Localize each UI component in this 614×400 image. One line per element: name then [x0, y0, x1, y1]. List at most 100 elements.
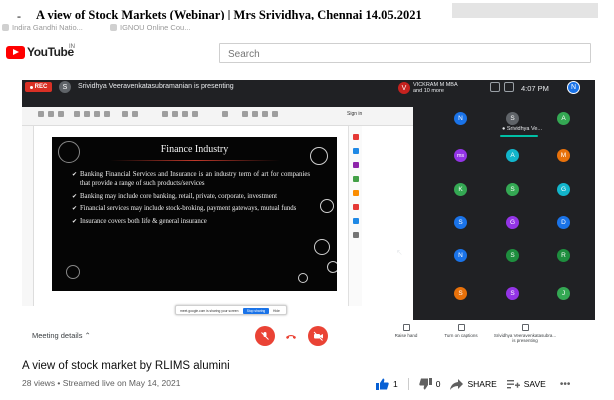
protect-icon: [353, 232, 359, 238]
record-dot-icon: [29, 85, 33, 89]
chevron-up-icon: ⌃: [84, 331, 91, 340]
favicon-icon: [110, 24, 117, 31]
share-icon: [450, 378, 464, 390]
host-more-line: and 10 more: [413, 88, 444, 94]
bookmark-item[interactable]: Indira Gandhi Natio...: [2, 23, 83, 32]
meeting-time: 4:07 PM: [521, 84, 549, 93]
meeting-details-label: Meeting details: [32, 331, 83, 340]
sign-icon: [272, 111, 278, 117]
recording-badge: REC: [25, 82, 52, 92]
bookmark-item[interactable]: IGNOU Online Cou...: [110, 23, 190, 32]
region-code: IN: [69, 44, 75, 50]
shared-screen: Sign in Finance Industry Banking Financi…: [22, 107, 413, 320]
share-button[interactable]: SHARE: [450, 378, 497, 390]
participant-avatar[interactable]: S: [506, 112, 519, 125]
participant-avatar[interactable]: S: [506, 183, 519, 196]
participant-avatar[interactable]: A: [506, 149, 519, 162]
video-meta: 28 views • Streamed live on May 14, 2021: [22, 378, 181, 388]
search-box[interactable]: [219, 43, 591, 64]
participant-avatar[interactable]: S: [454, 216, 467, 229]
favicon-icon: [2, 24, 9, 31]
captions-button[interactable]: Turn on captions: [426, 324, 496, 338]
participant-avatar[interactable]: A: [557, 112, 570, 125]
participant-avatar[interactable]: ms: [454, 149, 467, 162]
host-avatar: V: [398, 82, 410, 94]
participant-avatar[interactable]: R: [557, 249, 570, 262]
leave-call-button[interactable]: [281, 326, 301, 346]
participant-avatar[interactable]: S: [506, 249, 519, 262]
more-actions-button[interactable]: •••: [560, 379, 571, 390]
participant-avatar[interactable]: G: [506, 216, 519, 229]
organize-icon: [353, 190, 359, 196]
share-label: SHARE: [467, 379, 497, 389]
home-icon: [38, 111, 44, 117]
people-icon[interactable]: [490, 82, 500, 92]
presentation-slide: Finance Industry Banking Financial Servi…: [52, 137, 337, 291]
speaking-indicator: [500, 135, 538, 137]
video-title: A view of stock market by RLIMS alumini: [22, 360, 230, 372]
screen-share-banner: meet.google.com is sharing your screen S…: [175, 305, 287, 315]
page-down-icon: [132, 111, 138, 117]
raise-hand-label: Raise hand: [394, 333, 418, 338]
participant-avatar[interactable]: J: [557, 287, 570, 300]
active-speaker-label: ● Srividhya Ve...: [502, 126, 542, 132]
dislike-button[interactable]: 0: [419, 378, 440, 390]
speaking-icon: ●: [502, 126, 506, 132]
pdf-tools-panel: [348, 126, 362, 306]
participant-avatar[interactable]: S: [454, 287, 467, 300]
scan-icon: [353, 218, 359, 224]
export-pdf-icon: [353, 134, 359, 140]
rec-label: REC: [34, 84, 48, 90]
hide-banner-button[interactable]: Hide: [273, 309, 280, 313]
slide-bullets: Banking Financial Services and Insurance…: [72, 171, 310, 231]
find-icon: [104, 111, 110, 117]
share-banner-text: meet.google.com is sharing your screen: [180, 309, 239, 313]
edit-pdf-icon: [353, 162, 359, 168]
camera-off-icon: [313, 331, 323, 341]
participant-avatar[interactable]: D: [557, 216, 570, 229]
bubble-decoration: [298, 273, 308, 283]
youtube-logo[interactable]: YouTube IN: [6, 44, 75, 59]
participant-avatar[interactable]: G: [557, 183, 570, 196]
hand-icon: [402, 324, 410, 331]
mic-off-icon: [261, 332, 269, 340]
chat-icon[interactable]: [504, 82, 514, 92]
video-player[interactable]: REC S Srividhya Veeravenkatasubramanian …: [22, 80, 595, 351]
save-label: SAVE: [523, 379, 546, 389]
comment-icon: [242, 111, 248, 117]
presenting-button[interactable]: Srividhya Veeravenkatasubra... is presen…: [490, 324, 560, 343]
participant-avatar[interactable]: M: [557, 149, 570, 162]
pdf-signin: Sign in: [347, 111, 363, 117]
grey-box: [452, 3, 598, 18]
comment-tool-icon: [353, 204, 359, 210]
participant-avatar[interactable]: N: [454, 112, 467, 125]
hand-icon: [172, 111, 178, 117]
thumbs-down-icon: [419, 378, 432, 390]
bubble-decoration: [320, 199, 334, 213]
presenter-avatar: S: [59, 81, 71, 93]
user-avatar[interactable]: N: [567, 81, 580, 94]
pdf-toolbar: Sign in: [22, 107, 413, 126]
fit-icon: [222, 111, 228, 117]
pdf-side-panel: [22, 126, 34, 306]
bookmark-label: Indira Gandhi Natio...: [12, 23, 83, 32]
bookmarks-bar: Indira Gandhi Natio... IGNOU Online Cou.…: [0, 20, 614, 34]
meeting-details-button[interactable]: Meeting details ⌃: [32, 331, 91, 340]
presenting-notice: Srividhya Veeravenkatasubramanian is pre…: [78, 83, 234, 90]
microphone-off-button[interactable]: [255, 326, 275, 346]
search-input[interactable]: [220, 45, 590, 64]
participant-avatar[interactable]: K: [454, 183, 467, 196]
camera-off-button[interactable]: [308, 326, 328, 346]
save-button[interactable]: SAVE: [506, 379, 546, 389]
combine-icon: [353, 176, 359, 182]
active-speaker-name: Srividhya Ve...: [506, 126, 543, 132]
youtube-header: YouTube IN: [0, 36, 614, 68]
meet-control-bar: Meeting details ⌃ Raise hand Turn on cap…: [22, 320, 595, 351]
stop-sharing-button[interactable]: Stop sharing: [243, 308, 269, 314]
participant-avatar[interactable]: S: [506, 287, 519, 300]
zoom-in-icon: [192, 111, 198, 117]
participant-avatar[interactable]: N: [454, 249, 467, 262]
video-actions: 1 0 SHARE SAVE •••: [376, 376, 570, 392]
like-button[interactable]: 1: [376, 378, 398, 390]
present-screen-icon: [521, 324, 529, 331]
